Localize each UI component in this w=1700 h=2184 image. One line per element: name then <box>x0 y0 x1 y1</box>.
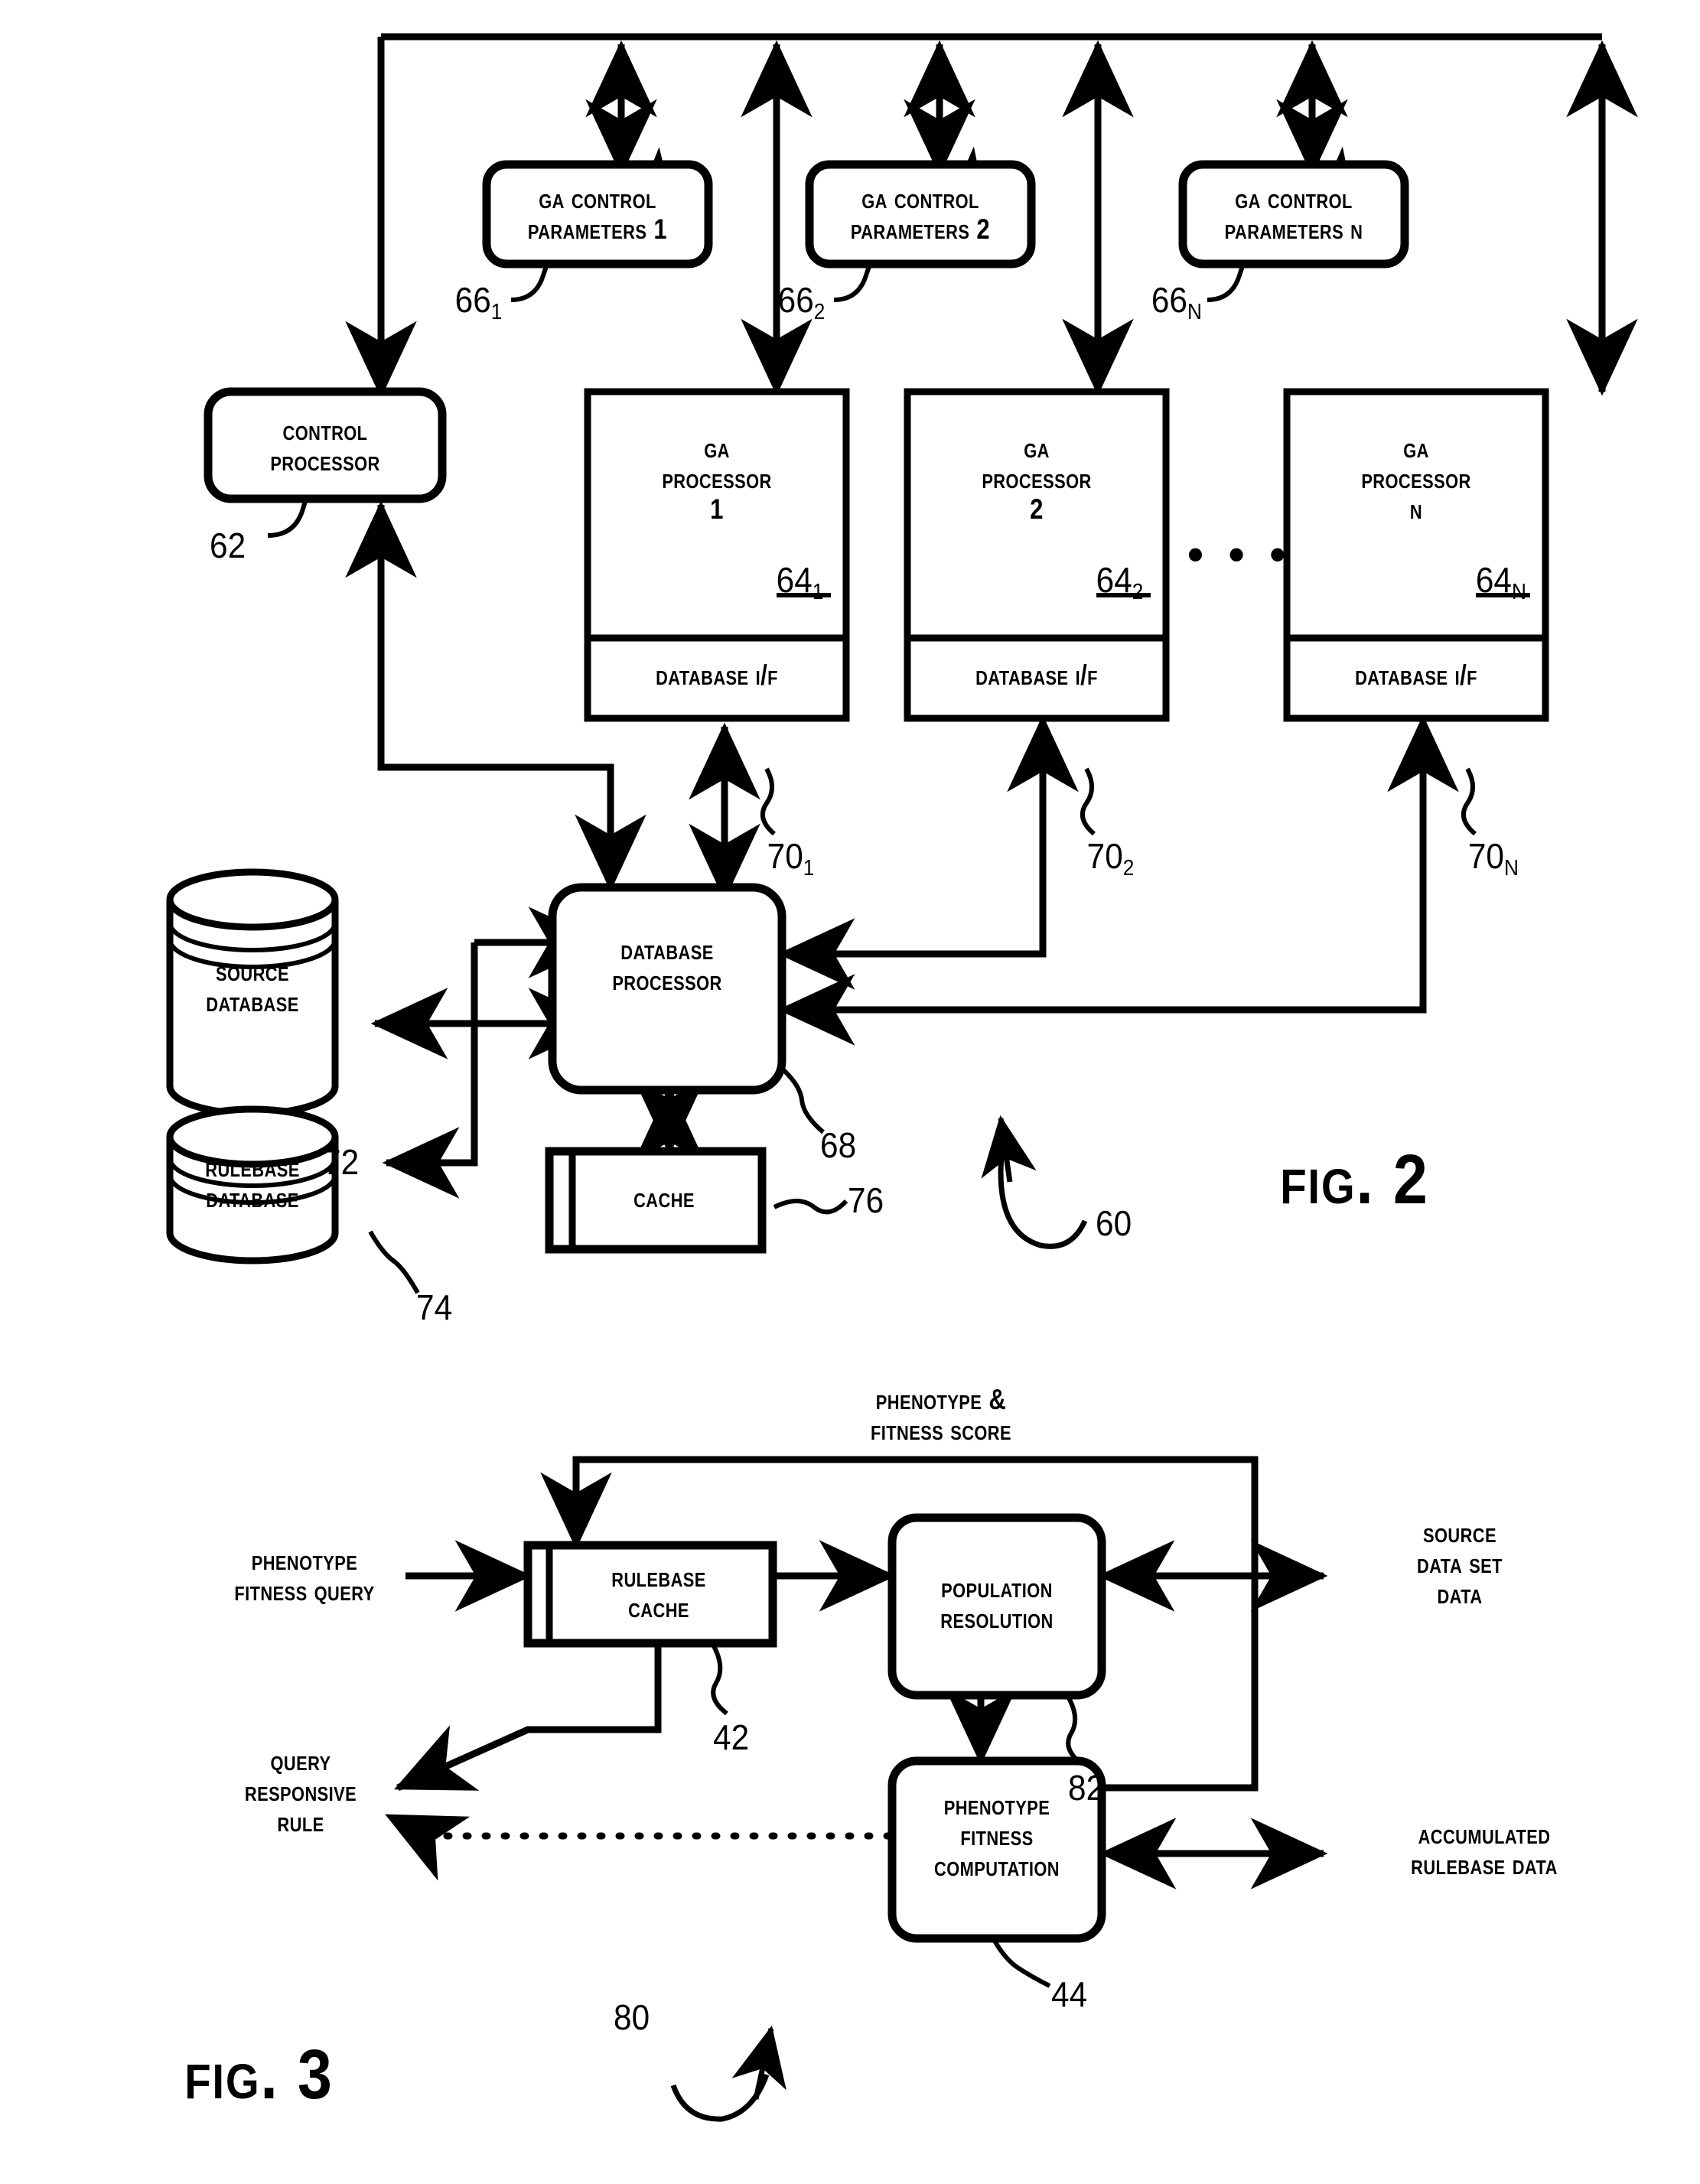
rulebase-cache-label: Rulebase Cache <box>611 1561 706 1623</box>
cache-label: Cache <box>633 1182 695 1213</box>
ga-processor-2-label: GA Processor 2 <box>982 432 1092 525</box>
phenotype-fitness-query-label: Phenotype Fitness Query <box>234 1544 375 1606</box>
ref-62: 62 <box>210 526 246 565</box>
figure-2-label: FIG. 2 <box>1280 1141 1429 1219</box>
ref-64-2: 642 <box>1096 560 1144 604</box>
ref-72: 72 <box>323 1142 360 1182</box>
ga-control-parameters-2-label: GA Control Parameters 2 <box>850 183 991 245</box>
ref-70-1: 701 <box>767 836 815 880</box>
source-data-set-data-label: Source Data Set Data <box>1417 1517 1503 1610</box>
ga-processor-2-database-if-label: Database I/F <box>975 659 1098 691</box>
rulebase-database-label: Rulebase Database <box>205 1151 300 1213</box>
patent-drawing-sheet: GA Control Parameters 1 661 GA Control Par… <box>0 0 1700 2184</box>
figure-3-label: FIG. 3 <box>184 2036 334 2114</box>
ref-66-n: 66N <box>1151 280 1202 324</box>
query-responsive-rule-label: Query Responsive Rule <box>244 1745 357 1837</box>
ref-60: 60 <box>1096 1203 1132 1243</box>
ref-76: 76 <box>848 1180 884 1220</box>
database-processor-label: Database Processor <box>612 934 722 996</box>
ref-70-2: 702 <box>1086 836 1135 880</box>
ref-70-n: 70N <box>1467 836 1519 880</box>
phenotype-fitness-score-label: Phenotype & Fitness Score <box>871 1384 1011 1446</box>
phenotype-fitness-computation-label: Phenotype Fitness Computation <box>934 1789 1060 1882</box>
ref-64-n: 64N <box>1475 560 1526 604</box>
ref-66-1: 661 <box>454 280 503 324</box>
ga-control-parameters-1-label: GA Control Parameters 1 <box>527 183 668 245</box>
ga-processor-n-database-if-label: Database I/F <box>1355 659 1477 691</box>
ref-68: 68 <box>820 1125 857 1165</box>
ref-44: 44 <box>1051 1974 1088 2014</box>
control-processor-label: Control Processor <box>270 415 380 477</box>
population-resolution-label: Population Resolution <box>940 1572 1054 1634</box>
ref-66-2: 662 <box>777 280 826 324</box>
accumulated-rulebase-data-label: Accumulated Rulebase Data <box>1411 1818 1558 1880</box>
ref-42: 42 <box>713 1717 750 1757</box>
ga-processor-1-database-if-label: Database I/F <box>656 659 778 691</box>
ref-64-1: 641 <box>776 560 824 604</box>
ga-control-parameters-n-label: GA Control Parameters N <box>1224 183 1363 245</box>
ga-processor-n-label: GA Processor N <box>1361 432 1471 525</box>
ref-74: 74 <box>416 1287 453 1327</box>
ga-processor-ellipsis: • • • <box>1187 529 1292 580</box>
ref-80: 80 <box>614 1997 650 2037</box>
ga-processor-1-label: GA Processor 1 <box>662 432 772 525</box>
source-database-label: Source Database <box>206 955 299 1017</box>
